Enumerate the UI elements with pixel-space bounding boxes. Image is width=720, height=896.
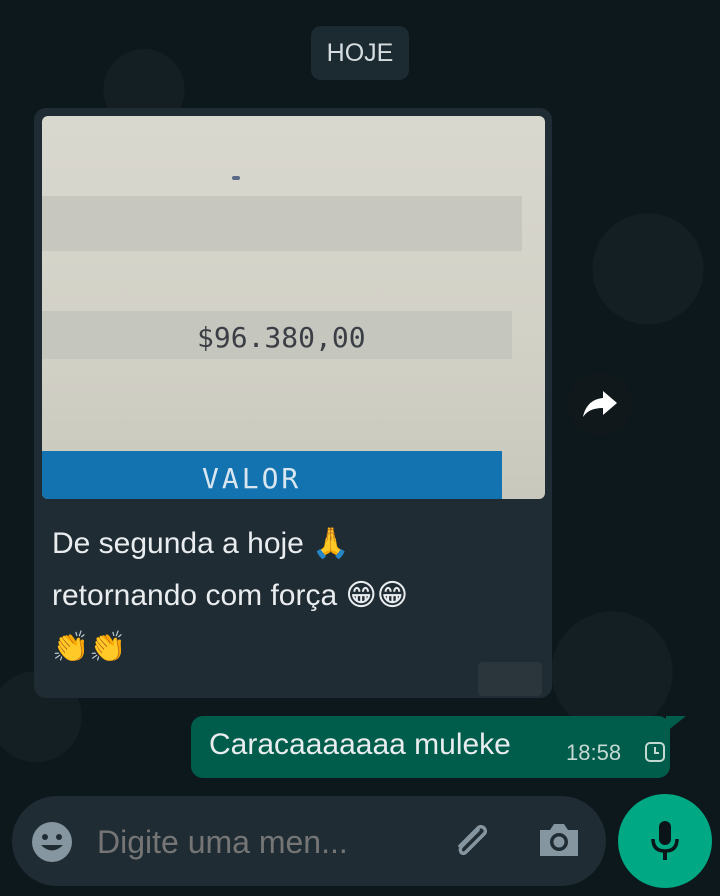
date-separator-label: HOJE <box>326 38 394 67</box>
message-time-redacted <box>478 662 542 696</box>
outgoing-message-time: 18:58 <box>566 740 622 765</box>
message-input[interactable] <box>97 820 427 864</box>
outgoing-bubble-tail <box>666 716 686 732</box>
image-label-text: VALOR <box>202 462 302 495</box>
image-mark <box>232 176 240 180</box>
caption-line: 👏👏 <box>52 631 127 664</box>
voice-message-button[interactable] <box>618 794 712 888</box>
date-separator: HOJE <box>311 26 409 80</box>
clock-icon <box>645 742 665 762</box>
smile-icon[interactable] <box>30 820 74 864</box>
image-band <box>42 196 522 251</box>
message-caption: De segunda a hoje 🙏 retornando com força… <box>52 518 532 674</box>
image-amount-text: $96.380,00 <box>197 321 366 354</box>
caption-line: De segunda a hoje 🙏 <box>52 527 350 560</box>
forward-button[interactable] <box>568 372 632 436</box>
camera-icon[interactable] <box>536 820 582 860</box>
paperclip-icon[interactable] <box>448 818 496 866</box>
outgoing-message-text: Caracaaaaaaa muleke <box>209 728 511 761</box>
message-image[interactable]: $96.380,00 VALOR <box>42 116 545 499</box>
mic-icon <box>651 821 679 860</box>
caption-line: retornando com força 😁😁 <box>52 579 409 612</box>
forward-icon <box>583 391 617 417</box>
